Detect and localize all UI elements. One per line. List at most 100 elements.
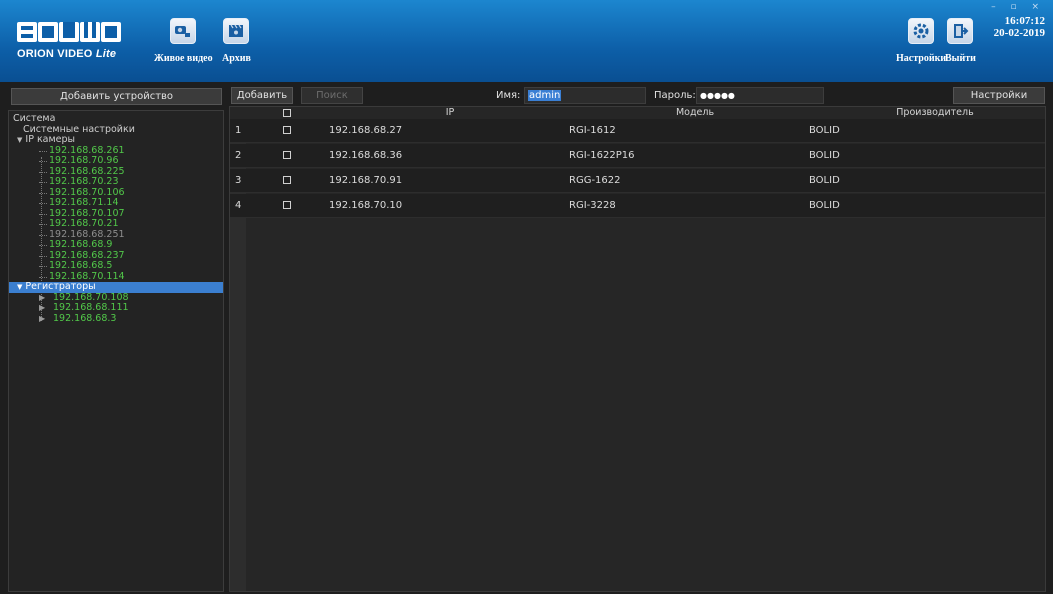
row-checkbox[interactable] — [283, 201, 291, 209]
table-row[interactable]: 4 192.168.70.10 RGI-3228 BOLID — [230, 194, 1045, 218]
cell-vendor: BOLID — [809, 150, 840, 161]
camera-ip-label: 192.168.70.107 — [49, 207, 125, 219]
table-row[interactable]: 1 192.168.68.27 RGI-1612 BOLID — [230, 119, 1045, 143]
clock: 16:07:12 20-02-2019 — [987, 15, 1045, 39]
camera-ip-label: 192.168.68.225 — [49, 165, 125, 177]
expand-arrow-icon[interactable]: ▶ — [39, 314, 45, 325]
cell-ip: 192.168.68.27 — [329, 125, 403, 136]
cell-model: RGI-1612 — [569, 125, 616, 136]
tree-branch-line — [39, 171, 47, 173]
camera-ip-label: 192.168.71.14 — [49, 197, 119, 208]
search-settings-button[interactable]: Настройки поиска — [953, 87, 1045, 116]
name-value: admin — [528, 90, 562, 101]
tree-branch-line — [39, 192, 47, 194]
settings-label: Настройки — [896, 53, 947, 64]
tree-branch-line — [39, 182, 47, 183]
cell-model: RGG-1622 — [569, 175, 621, 186]
camera-ip-label: 192.168.68.5 — [49, 260, 113, 271]
tree-branch-line — [39, 255, 47, 257]
tree-item-camera[interactable]: 192.168.68.237 — [9, 249, 223, 262]
camera-ip-label: 192.168.70.21 — [49, 218, 119, 229]
expand-arrow-icon[interactable]: ▶ — [39, 303, 45, 314]
cell-ip: 192.168.68.36 — [329, 150, 403, 161]
settings-button[interactable]: Настройки — [896, 18, 946, 64]
tree-branch-line — [39, 203, 47, 204]
table-row[interactable]: 3 192.168.70.91 RGG-1622 BOLID — [230, 169, 1045, 193]
cell-model: RGI-3228 — [569, 200, 616, 211]
expand-arrow-icon[interactable]: ▶ — [39, 293, 45, 304]
row-checkbox[interactable] — [283, 151, 291, 159]
tree-item-camera[interactable]: 192.168.68.251 — [9, 228, 223, 241]
gear-icon — [908, 18, 935, 44]
row-checkbox[interactable] — [283, 176, 291, 184]
checkbox-icon[interactable] — [283, 109, 291, 117]
tree-item-label: IP камеры — [25, 134, 76, 145]
logo: ORION VIDEO Lite — [17, 18, 127, 66]
row-number: 2 — [235, 150, 242, 161]
camera-ip-label: 192.168.68.9 — [49, 239, 113, 250]
column-header-ip[interactable]: IP — [410, 107, 490, 119]
column-header-vendor[interactable]: Производитель — [885, 107, 985, 119]
camera-ip-label: 192.168.68.261 — [49, 144, 125, 156]
exit-label: Выйти — [945, 53, 976, 64]
tree-item-label: Регистраторы — [25, 281, 96, 292]
recorder-ip-label: 192.168.68.111 — [53, 302, 129, 313]
camera-icon — [170, 18, 197, 44]
camera-ip-label: 192.168.70.96 — [49, 155, 119, 166]
camera-ip-label: 192.168.68.237 — [49, 249, 125, 261]
cell-vendor: BOLID — [809, 175, 840, 186]
tree-branch-line — [39, 266, 47, 267]
add-button[interactable]: Добавить — [231, 87, 293, 104]
tree-item-recorder[interactable]: ▶ 192.168.68.3 — [9, 312, 223, 325]
tree-branch-line — [39, 161, 47, 162]
device-tree[interactable]: Система Системные настройки ▼ IP камеры 1… — [8, 110, 224, 592]
camera-list: 192.168.68.261 192.168.70.96 192.168.68.22… — [9, 144, 223, 283]
live-video-label: Живое видео — [154, 53, 213, 64]
archive-button[interactable]: Архив — [222, 18, 251, 64]
device-table: IP Модель Производитель 1 192.168.68.27 RG… — [229, 106, 1046, 592]
expand-arrow-icon[interactable]: ▼ — [17, 135, 22, 146]
clock-date: 20-02-2019 — [993, 27, 1045, 39]
name-label: Имя: — [496, 90, 521, 101]
tree-branch-line — [39, 224, 47, 225]
camera-ip-label: 192.168.70.23 — [49, 176, 119, 187]
cell-ip: 192.168.70.10 — [329, 200, 403, 211]
cell-model: RGI-1622P16 — [569, 150, 635, 161]
exit-icon — [947, 18, 974, 44]
recorder-ip-label: 192.168.68.3 — [53, 312, 117, 324]
password-label: Пароль: — [654, 90, 696, 101]
cell-ip: 192.168.70.91 — [329, 175, 403, 186]
name-field[interactable]: admin — [524, 87, 646, 104]
table-row[interactable]: 2 192.168.68.36 RGI-1622P16 BOLID — [230, 144, 1045, 168]
recorder-list: ▶ 192.168.70.108 ▶ 192.168.68.111 ▶ 192.168.6… — [9, 291, 223, 325]
tree-branch-line — [39, 276, 47, 278]
row-number: 1 — [235, 125, 242, 136]
logo-subtitle: ORION VIDEO Lite — [17, 48, 117, 60]
row-number: 3 — [235, 175, 242, 186]
header-select-all[interactable] — [280, 107, 294, 119]
expand-arrow-icon[interactable]: ▼ — [17, 282, 22, 293]
column-header-model[interactable]: Модель — [655, 107, 735, 119]
camera-ip-label: 192.168.70.106 — [49, 186, 125, 198]
recorder-ip-label: 192.168.70.108 — [53, 291, 129, 303]
row-number: 4 — [235, 200, 242, 211]
row-checkbox[interactable] — [283, 126, 291, 134]
clock-time: 16:07:12 — [1004, 15, 1045, 27]
archive-label: Архив — [222, 53, 251, 64]
cell-vendor: BOLID — [809, 125, 840, 136]
exit-button[interactable]: Выйти — [945, 18, 976, 64]
tree-branch-line — [39, 234, 47, 236]
password-field[interactable]: ●●●●● — [696, 87, 824, 104]
search-button[interactable]: Поиск — [301, 87, 363, 104]
app-header: – ▫ × ORION VIDEO Lite Живое видео Архив… — [0, 0, 1053, 82]
window-controls[interactable]: – ▫ × — [991, 2, 1045, 12]
camera-ip-label: 192.168.68.251 — [49, 228, 125, 240]
tree-branch-line — [39, 213, 47, 215]
tree-branch-line — [39, 245, 47, 246]
live-video-button[interactable]: Живое видео — [154, 18, 213, 64]
add-device-button[interactable]: Добавить устройство — [11, 88, 222, 105]
cell-vendor: BOLID — [809, 200, 840, 211]
tree-item-label: Системные настройки — [23, 123, 135, 135]
bolid-logo-icon — [17, 22, 121, 42]
film-icon — [223, 18, 250, 44]
